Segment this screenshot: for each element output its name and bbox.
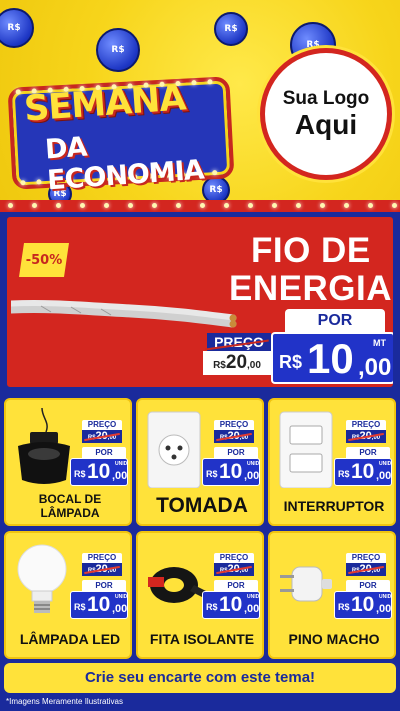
light-bulb bbox=[191, 79, 197, 86]
logo-text-line1: Sua Logo bbox=[282, 88, 370, 109]
product-card: PREÇO R$20,00 POR R$10,00UNID FITA ISOLA… bbox=[136, 531, 264, 659]
led-bulb-image bbox=[17, 544, 67, 613]
hero-title-line2: ENERGIA bbox=[229, 269, 392, 308]
discount-badge: -50% bbox=[19, 243, 69, 277]
coin-icon: R$ bbox=[0, 8, 34, 48]
light-bulb bbox=[36, 179, 42, 185]
light-bulb bbox=[272, 203, 277, 208]
event-banner: SEMANA DA ECONOMIA bbox=[7, 72, 235, 196]
logo-text-line2: Aqui bbox=[294, 109, 358, 140]
new-price: R$ 10,00 UNID bbox=[334, 458, 392, 486]
lights-strip bbox=[0, 200, 400, 212]
light-bulb bbox=[207, 79, 213, 85]
por-label: POR bbox=[214, 580, 258, 591]
por-label: POR bbox=[214, 447, 258, 458]
insulating-tape-image bbox=[148, 567, 206, 603]
new-price: R$ 10,00 UNID bbox=[202, 458, 260, 486]
product-card: PREÇO R$20,00 POR R$10,00UNID LÂMPADA LE… bbox=[4, 531, 132, 659]
wire-image bbox=[11, 299, 237, 328]
product-name: BOCAL DE LÂMPADA bbox=[38, 492, 102, 520]
por-label: POR bbox=[82, 447, 126, 458]
product-name: FITA ISOLANTE bbox=[149, 631, 255, 647]
light-bulb bbox=[248, 203, 253, 208]
hero-title-line1: FIO DE bbox=[251, 231, 371, 270]
outlet-image bbox=[147, 411, 201, 488]
light-bulb bbox=[15, 89, 21, 95]
light-bulb bbox=[32, 203, 37, 208]
preco-label: PREÇO bbox=[82, 420, 122, 430]
light-bulb bbox=[8, 203, 13, 208]
light-bulb bbox=[368, 203, 373, 208]
lamp-socket-image bbox=[18, 408, 70, 484]
preco-label: PREÇO bbox=[346, 553, 386, 563]
light-bulb bbox=[392, 203, 397, 208]
product-card: PREÇO R$20,00 POR R$10,00UNID INTERRUPTO… bbox=[268, 398, 396, 526]
preco-label: PREÇO bbox=[346, 420, 386, 430]
product-card: PREÇO R$20,00 POR R$10,00UNID PINO MACHO bbox=[268, 531, 396, 659]
logo-placeholder: Sua Logo Aqui bbox=[260, 48, 392, 180]
male-plug-image bbox=[280, 566, 332, 602]
light-bulb bbox=[344, 203, 349, 208]
light-bulb bbox=[320, 203, 325, 208]
product-card: PREÇO R$20,00 POR R$10,00UNID BOCAL DE L… bbox=[4, 398, 132, 526]
disclaimer: *Imagens Meramente Ilustrativas bbox=[6, 697, 123, 706]
por-label: POR bbox=[346, 447, 390, 458]
por-label: POR bbox=[82, 580, 126, 591]
switch-image bbox=[279, 411, 333, 488]
banner-title-line2: DA ECONOMIA bbox=[44, 131, 205, 197]
new-price: R$ 10 ,00 MT bbox=[271, 332, 393, 384]
new-price: R$ 10,00 UNID bbox=[70, 591, 128, 619]
new-price: R$ 10,00 UNID bbox=[202, 591, 260, 619]
product-name: PINO MACHO bbox=[288, 631, 380, 647]
light-bulb bbox=[200, 203, 205, 208]
product-name: INTERRUPTOR bbox=[283, 498, 385, 514]
light-bulb bbox=[128, 203, 133, 208]
cta-banner: Crie seu encarte com este tema! bbox=[4, 663, 396, 693]
preco-label: PREÇO bbox=[214, 553, 254, 563]
coin-icon: R$ bbox=[96, 28, 140, 72]
light-bulb bbox=[104, 203, 109, 208]
light-bulb bbox=[20, 180, 26, 186]
light-bulb bbox=[80, 203, 85, 208]
product-name: LÂMPADA LED bbox=[19, 631, 121, 647]
preco-label: PREÇO bbox=[82, 553, 122, 563]
preco-label: PREÇO bbox=[214, 420, 254, 430]
new-price: R$ 10,00 UNID bbox=[70, 458, 128, 486]
coin-icon: R$ bbox=[214, 12, 248, 46]
new-price: R$ 10,00 UNID bbox=[334, 591, 392, 619]
product-card: PREÇO R$20,00 POR R$10,00UNID TOMADA bbox=[136, 398, 264, 526]
light-bulb bbox=[56, 203, 61, 208]
header: R$ R$ R$ R$ R$ R$ SEMANA DA ECONOMIA Sua… bbox=[0, 0, 400, 210]
product-name: TOMADA bbox=[156, 494, 248, 517]
light-bulb bbox=[224, 203, 229, 208]
old-price: R$20,00 bbox=[203, 351, 271, 375]
light-bulb bbox=[176, 203, 181, 208]
old-price-box: PREÇO R$20,00 bbox=[203, 333, 271, 381]
light-bulb bbox=[152, 203, 157, 208]
por-label: POR bbox=[346, 580, 390, 591]
light-bulb bbox=[296, 203, 301, 208]
hero-offer: -50% FIO DE ENERGIA POR PREÇO R$20,00 R$… bbox=[4, 214, 396, 390]
por-label: POR bbox=[285, 309, 385, 332]
